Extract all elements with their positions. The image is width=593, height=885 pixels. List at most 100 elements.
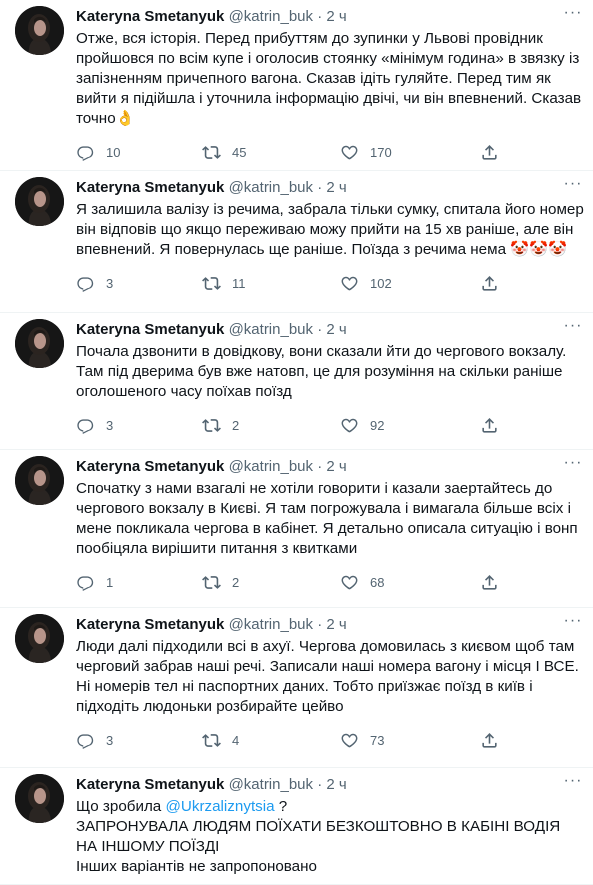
share-icon <box>480 573 510 592</box>
share-icon <box>480 416 510 435</box>
author-handle[interactable]: @katrin_buk <box>229 321 313 338</box>
retweet-count: 2 <box>232 417 240 433</box>
reply-count: 3 <box>106 732 114 748</box>
tweet-header: Kateryna Smetanyuk @katrin_buk · 2 ч <box>76 775 347 795</box>
tweet[interactable]: Kateryna Smetanyuk @katrin_buk · 2 ч ··· Я… <box>0 171 593 313</box>
reply-button[interactable]: 3 <box>76 730 113 750</box>
retweet-button[interactable]: 2 <box>202 572 239 592</box>
separator-dot: · <box>317 179 323 196</box>
reply-icon <box>76 416 106 435</box>
tweet-text: Люди далі підходили всі в ахуї. Чергова … <box>76 638 579 715</box>
tweet-actions: 3 4 73 <box>76 730 576 750</box>
avatar[interactable] <box>15 6 64 55</box>
tweet-timestamp[interactable]: 2 ч <box>326 458 346 475</box>
retweet-count: 4 <box>232 732 240 748</box>
reply-button[interactable]: 10 <box>76 142 120 162</box>
tweet[interactable]: Kateryna Smetanyuk @katrin_buk · 2 ч ··· Л… <box>0 608 593 768</box>
retweet-icon <box>202 731 232 750</box>
avatar[interactable] <box>15 319 64 368</box>
author-handle[interactable]: @katrin_buk <box>229 776 313 793</box>
tweet-header: Kateryna Smetanyuk @katrin_buk · 2 ч <box>76 320 347 340</box>
like-button[interactable]: 68 <box>340 572 384 592</box>
avatar[interactable] <box>15 614 64 663</box>
tweet-timestamp[interactable]: 2 ч <box>326 776 346 793</box>
reply-count: 3 <box>106 275 114 291</box>
separator-dot: · <box>317 616 323 633</box>
reply-count: 10 <box>106 144 121 160</box>
tweet-timestamp[interactable]: 2 ч <box>326 8 346 25</box>
tweet-text: Я залишила валізу із речима, забрала тіл… <box>76 201 584 258</box>
heart-icon <box>340 573 370 592</box>
more-icon[interactable]: ··· <box>563 318 583 339</box>
reply-icon <box>76 274 106 293</box>
heart-icon <box>340 143 370 162</box>
like-count: 170 <box>370 144 392 160</box>
retweet-count: 11 <box>232 275 246 291</box>
like-button[interactable]: 92 <box>340 415 384 435</box>
author-name[interactable]: Kateryna Smetanyuk <box>76 321 224 338</box>
retweet-count: 45 <box>232 144 247 160</box>
more-icon[interactable]: ··· <box>563 773 583 794</box>
share-button[interactable] <box>480 730 510 750</box>
retweet-button[interactable]: 4 <box>202 730 239 750</box>
author-handle[interactable]: @katrin_buk <box>229 616 313 633</box>
like-count: 92 <box>370 417 385 433</box>
retweet-count: 2 <box>232 574 240 590</box>
share-icon <box>480 731 510 750</box>
tweet-timestamp[interactable]: 2 ч <box>326 321 346 338</box>
avatar[interactable] <box>15 177 64 226</box>
tweet[interactable]: Kateryna Smetanyuk @katrin_buk · 2 ч ··· П… <box>0 313 593 450</box>
retweet-button[interactable]: 45 <box>202 142 246 162</box>
share-button[interactable] <box>480 273 510 293</box>
more-icon[interactable]: ··· <box>563 5 583 26</box>
retweet-icon <box>202 416 232 435</box>
author-name[interactable]: Kateryna Smetanyuk <box>76 616 224 633</box>
like-button[interactable]: 102 <box>340 273 392 293</box>
separator-dot: · <box>317 321 323 338</box>
reply-button[interactable]: 3 <box>76 273 113 293</box>
author-handle[interactable]: @katrin_buk <box>229 8 313 25</box>
tweet[interactable]: Kateryna Smetanyuk @katrin_buk · 2 ч ··· Щ… <box>0 768 593 885</box>
author-handle[interactable]: @katrin_buk <box>229 458 313 475</box>
tweet-actions: 1 2 68 <box>76 572 576 592</box>
reply-button[interactable]: 1 <box>76 572 113 592</box>
reply-button[interactable]: 3 <box>76 415 113 435</box>
tweet-timestamp[interactable]: 2 ч <box>326 616 346 633</box>
tweet-header: Kateryna Smetanyuk @katrin_buk · 2 ч <box>76 178 347 198</box>
more-icon[interactable]: ··· <box>563 176 583 197</box>
tweet[interactable]: Kateryna Smetanyuk @katrin_buk · 2 ч ··· О… <box>0 0 593 171</box>
avatar[interactable] <box>15 774 64 823</box>
retweet-button[interactable]: 2 <box>202 415 239 435</box>
share-icon <box>480 143 510 162</box>
tweet-text: Отже, вся історія. Перед прибуттям до зу… <box>76 30 582 127</box>
like-count: 102 <box>370 275 392 291</box>
author-handle[interactable]: @katrin_buk <box>229 179 313 196</box>
avatar[interactable] <box>15 456 64 505</box>
more-icon[interactable]: ··· <box>563 613 583 634</box>
reply-icon <box>76 143 106 162</box>
share-icon <box>480 274 510 293</box>
author-name[interactable]: Kateryna Smetanyuk <box>76 776 224 793</box>
share-button[interactable] <box>480 415 510 435</box>
tweet-timestamp[interactable]: 2 ч <box>326 179 346 196</box>
retweet-icon <box>202 573 232 592</box>
more-icon[interactable]: ··· <box>563 455 583 476</box>
retweet-icon <box>202 143 232 162</box>
author-name[interactable]: Kateryna Smetanyuk <box>76 179 224 196</box>
author-name[interactable]: Kateryna Smetanyuk <box>76 458 224 475</box>
tweet-header: Kateryna Smetanyuk @katrin_buk · 2 ч <box>76 7 347 27</box>
like-button[interactable]: 73 <box>340 730 384 750</box>
share-button[interactable] <box>480 142 510 162</box>
author-name[interactable]: Kateryna Smetanyuk <box>76 8 224 25</box>
tweet-text: Почала дзвонити в довідкову, вони сказал… <box>76 343 567 400</box>
like-count: 68 <box>370 574 385 590</box>
tweet-text: Що зробила @Ukrzaliznytsia ? ЗАПРОНУВАЛА… <box>76 797 584 877</box>
tweet-text-part: Що зробила <box>76 798 166 815</box>
retweet-button[interactable]: 11 <box>202 273 246 293</box>
reply-count: 3 <box>106 417 114 433</box>
tweet[interactable]: Kateryna Smetanyuk @katrin_buk · 2 ч ··· С… <box>0 450 593 608</box>
share-button[interactable] <box>480 572 510 592</box>
tweet-actions: 10 45 170 <box>76 142 576 162</box>
mention-link[interactable]: @Ukrzaliznytsia <box>165 798 274 815</box>
like-button[interactable]: 170 <box>340 142 392 162</box>
